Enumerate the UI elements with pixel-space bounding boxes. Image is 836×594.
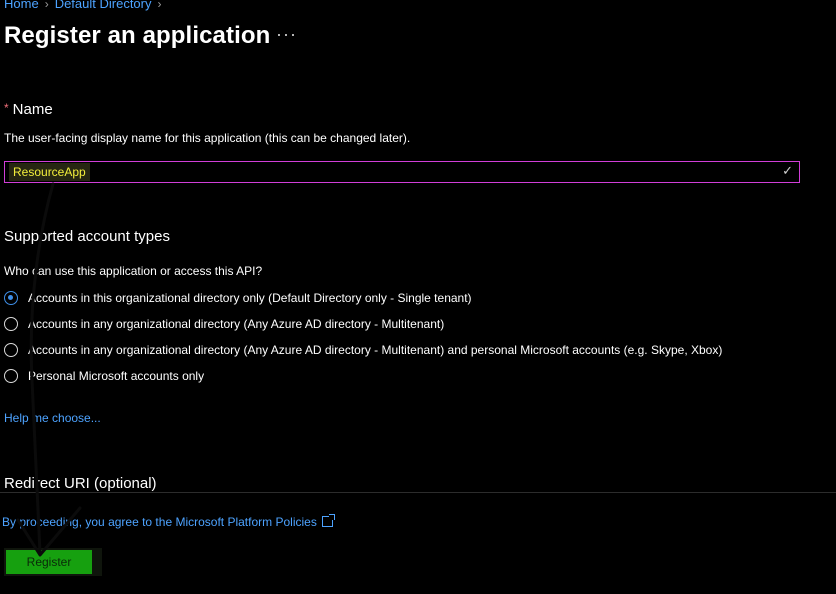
chevron-right-icon: › [157, 0, 162, 11]
page-title: Register an application [4, 22, 271, 49]
check-icon: ✓ [782, 163, 793, 178]
external-link-icon [321, 514, 335, 527]
breadcrumb-default-directory[interactable]: Default Directory [55, 0, 152, 11]
radio-icon[interactable] [4, 317, 18, 331]
chevron-right-icon: › [44, 0, 49, 11]
policy-link[interactable]: By proceeding, you agree to the Microsof… [2, 515, 317, 529]
breadcrumb-home[interactable]: Home [4, 0, 39, 11]
radio-label: Personal Microsoft accounts only [28, 369, 205, 383]
radio-label: Accounts in any organizational directory… [28, 317, 445, 331]
name-label: * Name [4, 101, 53, 118]
name-input[interactable]: ResourceApp ✓ [4, 161, 800, 183]
radio-selected-icon[interactable] [4, 291, 18, 305]
radio-label: Accounts in this organizational director… [28, 291, 472, 305]
redirect-uri-heading: Redirect URI (optional) [4, 475, 157, 492]
radio-icon[interactable] [4, 369, 18, 383]
help-me-choose-link[interactable]: Help me choose... [4, 411, 101, 425]
radio-option-single-tenant[interactable]: Accounts in this organizational director… [4, 291, 472, 305]
radio-option-multitenant[interactable]: Accounts in any organizational directory… [4, 317, 444, 331]
more-options-icon[interactable]: ··· [276, 24, 297, 45]
radio-option-multitenant-personal[interactable]: Accounts in any organizational directory… [4, 343, 722, 357]
account-types-heading: Supported account types [4, 228, 170, 245]
name-description: The user-facing display name for this ap… [4, 131, 411, 145]
radio-option-personal-only[interactable]: Personal Microsoft accounts only [4, 369, 204, 383]
name-input-value[interactable]: ResourceApp [9, 163, 90, 181]
register-button[interactable]: Register [6, 550, 92, 574]
radio-icon[interactable] [4, 343, 18, 357]
divider [0, 492, 836, 493]
breadcrumb: Home › Default Directory › [4, 0, 168, 11]
radio-label: Accounts in any organizational directory… [28, 343, 723, 357]
account-types-question: Who can use this application or access t… [4, 264, 263, 278]
required-marker: * [4, 101, 9, 115]
policy-notice[interactable]: By proceeding, you agree to the Microsof… [2, 514, 335, 529]
